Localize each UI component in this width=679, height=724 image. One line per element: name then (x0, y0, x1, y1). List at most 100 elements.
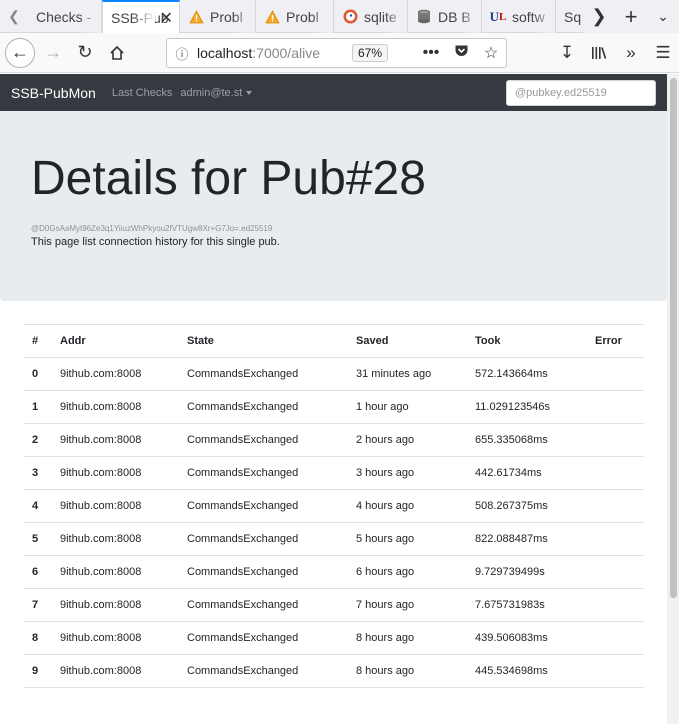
cell-error (587, 456, 644, 490)
back-arrow-icon[interactable]: ← (5, 37, 35, 68)
nav-user-dropdown[interactable]: admin@te.st (180, 87, 253, 99)
cell-addr: 9ithub.com:8008 (52, 654, 179, 688)
warning-icon (264, 9, 280, 25)
cell-error (587, 555, 644, 589)
bookmark-star-icon[interactable]: ☆ (476, 43, 506, 63)
site-navbar: SSB-PubMon Last Checks admin@te.st @pubk… (0, 74, 667, 111)
new-tab-icon[interactable]: + (615, 4, 647, 30)
cell-error (587, 489, 644, 523)
tab-checks[interactable]: Checks - (28, 0, 102, 33)
page-actions-icon[interactable]: ••• (416, 44, 446, 62)
cell-error (587, 654, 644, 688)
download-icon[interactable]: ↧ (551, 37, 583, 69)
cell-error (587, 357, 644, 391)
cell-index: 8 (24, 621, 52, 655)
col-index: # (24, 324, 52, 358)
pocket-icon[interactable] (446, 44, 476, 63)
tab-software[interactable]: UL softw (482, 0, 556, 33)
table-row: 1 9ithub.com:8008 CommandsExchanged 1 hour … (24, 390, 644, 424)
table-row: 6 9ithub.com:8008 CommandsExchanged 6 hours… (24, 555, 644, 589)
cell-took: 655.335068ms (467, 423, 587, 457)
cell-addr: 9ithub.com:8008 (52, 621, 179, 655)
scroll-tabs-left-icon[interactable]: ❮ (0, 0, 28, 32)
cell-index: 0 (24, 357, 52, 391)
cell-addr: 9ithub.com:8008 (52, 456, 179, 490)
scrollbar[interactable] (667, 74, 679, 724)
table-row: 2 9ithub.com:8008 CommandsExchanged 2 hours… (24, 423, 644, 457)
cell-index: 9 (24, 654, 52, 688)
brand-link[interactable]: SSB-PubMon (11, 85, 96, 101)
home-icon[interactable] (101, 37, 133, 69)
connection-history-table: # Addr State Saved Took Error 0 9ithub.co… (24, 324, 644, 688)
tab-problem-1[interactable]: Probl (180, 0, 256, 33)
overflow-chevrons-icon[interactable]: » (615, 37, 647, 69)
caret-down-icon (246, 90, 253, 95)
cell-took: 572.143664ms (467, 357, 587, 391)
info-icon[interactable]: ⓘ (167, 44, 197, 63)
library-icon[interactable] (583, 37, 615, 69)
cell-state: CommandsExchanged (179, 357, 348, 391)
cell-state: CommandsExchanged (179, 654, 348, 688)
close-icon[interactable]: ✕ (160, 8, 173, 28)
tab-bar: ❮ Checks - SSB-Pub ✕ Probl Probl sqlite … (0, 0, 679, 33)
jumbotron: Details for Pub#28 @D0GsAaMyt96Ze3q1Yiiu… (0, 111, 667, 301)
cell-saved: 6 hours ago (348, 555, 467, 589)
table-row: 4 9ithub.com:8008 CommandsExchanged 4 hours… (24, 489, 644, 523)
tab-label: Sq (564, 8, 582, 25)
cell-addr: 9ithub.com:8008 (52, 357, 179, 391)
cell-state: CommandsExchanged (179, 522, 348, 556)
cell-index: 7 (24, 588, 52, 622)
cell-error (587, 588, 644, 622)
tab-sqlite[interactable]: sqlite (334, 0, 408, 33)
tab-ssb-pubmon[interactable]: SSB-Pub ✕ (102, 0, 180, 33)
cell-took: 822.088487ms (467, 522, 587, 556)
reload-icon[interactable]: ↻ (69, 37, 101, 69)
cell-took: 439.506083ms (467, 621, 587, 655)
url-text[interactable]: localhost:7000/alive (197, 45, 347, 61)
cell-saved: 5 hours ago (348, 522, 467, 556)
tab-problem-2[interactable]: Probl (256, 0, 334, 33)
cell-state: CommandsExchanged (179, 390, 348, 424)
url-bar[interactable]: ⓘ localhost:7000/alive 67% ••• ☆ (166, 38, 507, 68)
col-state: State (179, 324, 348, 358)
cell-error (587, 423, 644, 457)
history-table-wrapper: # Addr State Saved Took Error 0 9ithub.co… (24, 324, 644, 688)
scroll-tabs-right-icon[interactable]: ❯ (583, 6, 615, 27)
pubkey-search-input[interactable]: @pubkey.ed25519 (506, 80, 656, 106)
duckduckgo-icon (342, 9, 358, 25)
cell-state: CommandsExchanged (179, 588, 348, 622)
cell-took: 7.675731983s (467, 588, 587, 622)
cell-addr: 9ithub.com:8008 (52, 390, 179, 424)
forward-arrow-icon[interactable]: → (37, 37, 69, 69)
cell-state: CommandsExchanged (179, 555, 348, 589)
scrollbar-thumb[interactable] (670, 78, 677, 598)
cell-took: 508.267375ms (467, 489, 587, 523)
tab-db-browser[interactable]: DB B (408, 0, 482, 33)
zoom-level[interactable]: 67% (352, 44, 389, 62)
cell-saved: 8 hours ago (348, 621, 467, 655)
page-title: Details for Pub#28 (31, 152, 426, 205)
col-error: Error (587, 324, 644, 358)
cell-error (587, 621, 644, 655)
cell-saved: 2 hours ago (348, 423, 467, 457)
cell-error (587, 522, 644, 556)
cell-took: 445.534698ms (467, 654, 587, 688)
tab-bar-buttons: ❯ + ⌄ (583, 0, 679, 33)
cell-saved: 31 minutes ago (348, 357, 467, 391)
cell-addr: 9ithub.com:8008 (52, 588, 179, 622)
hamburger-menu-icon[interactable]: ☰ (647, 37, 679, 69)
col-saved: Saved (348, 324, 467, 358)
page-description: This page list connection history for th… (31, 235, 280, 248)
cell-saved: 4 hours ago (348, 489, 467, 523)
col-took: Took (467, 324, 587, 358)
chevron-down-icon[interactable]: ⌄ (647, 8, 679, 25)
pubkey-text: @D0GsAaMyt96Ze3q1YiiuzWhPkyou2fVTUgw8Xr+… (31, 223, 273, 233)
nav-last-checks[interactable]: Last Checks (112, 87, 173, 99)
col-addr: Addr (52, 324, 179, 358)
table-header-row: # Addr State Saved Took Error (24, 324, 644, 358)
cell-index: 1 (24, 390, 52, 424)
table-row: 0 9ithub.com:8008 CommandsExchanged 31 minu… (24, 357, 644, 391)
ul-icon: UL (489, 8, 507, 24)
cell-index: 4 (24, 489, 52, 523)
cell-took: 11.029123546s (467, 390, 587, 424)
